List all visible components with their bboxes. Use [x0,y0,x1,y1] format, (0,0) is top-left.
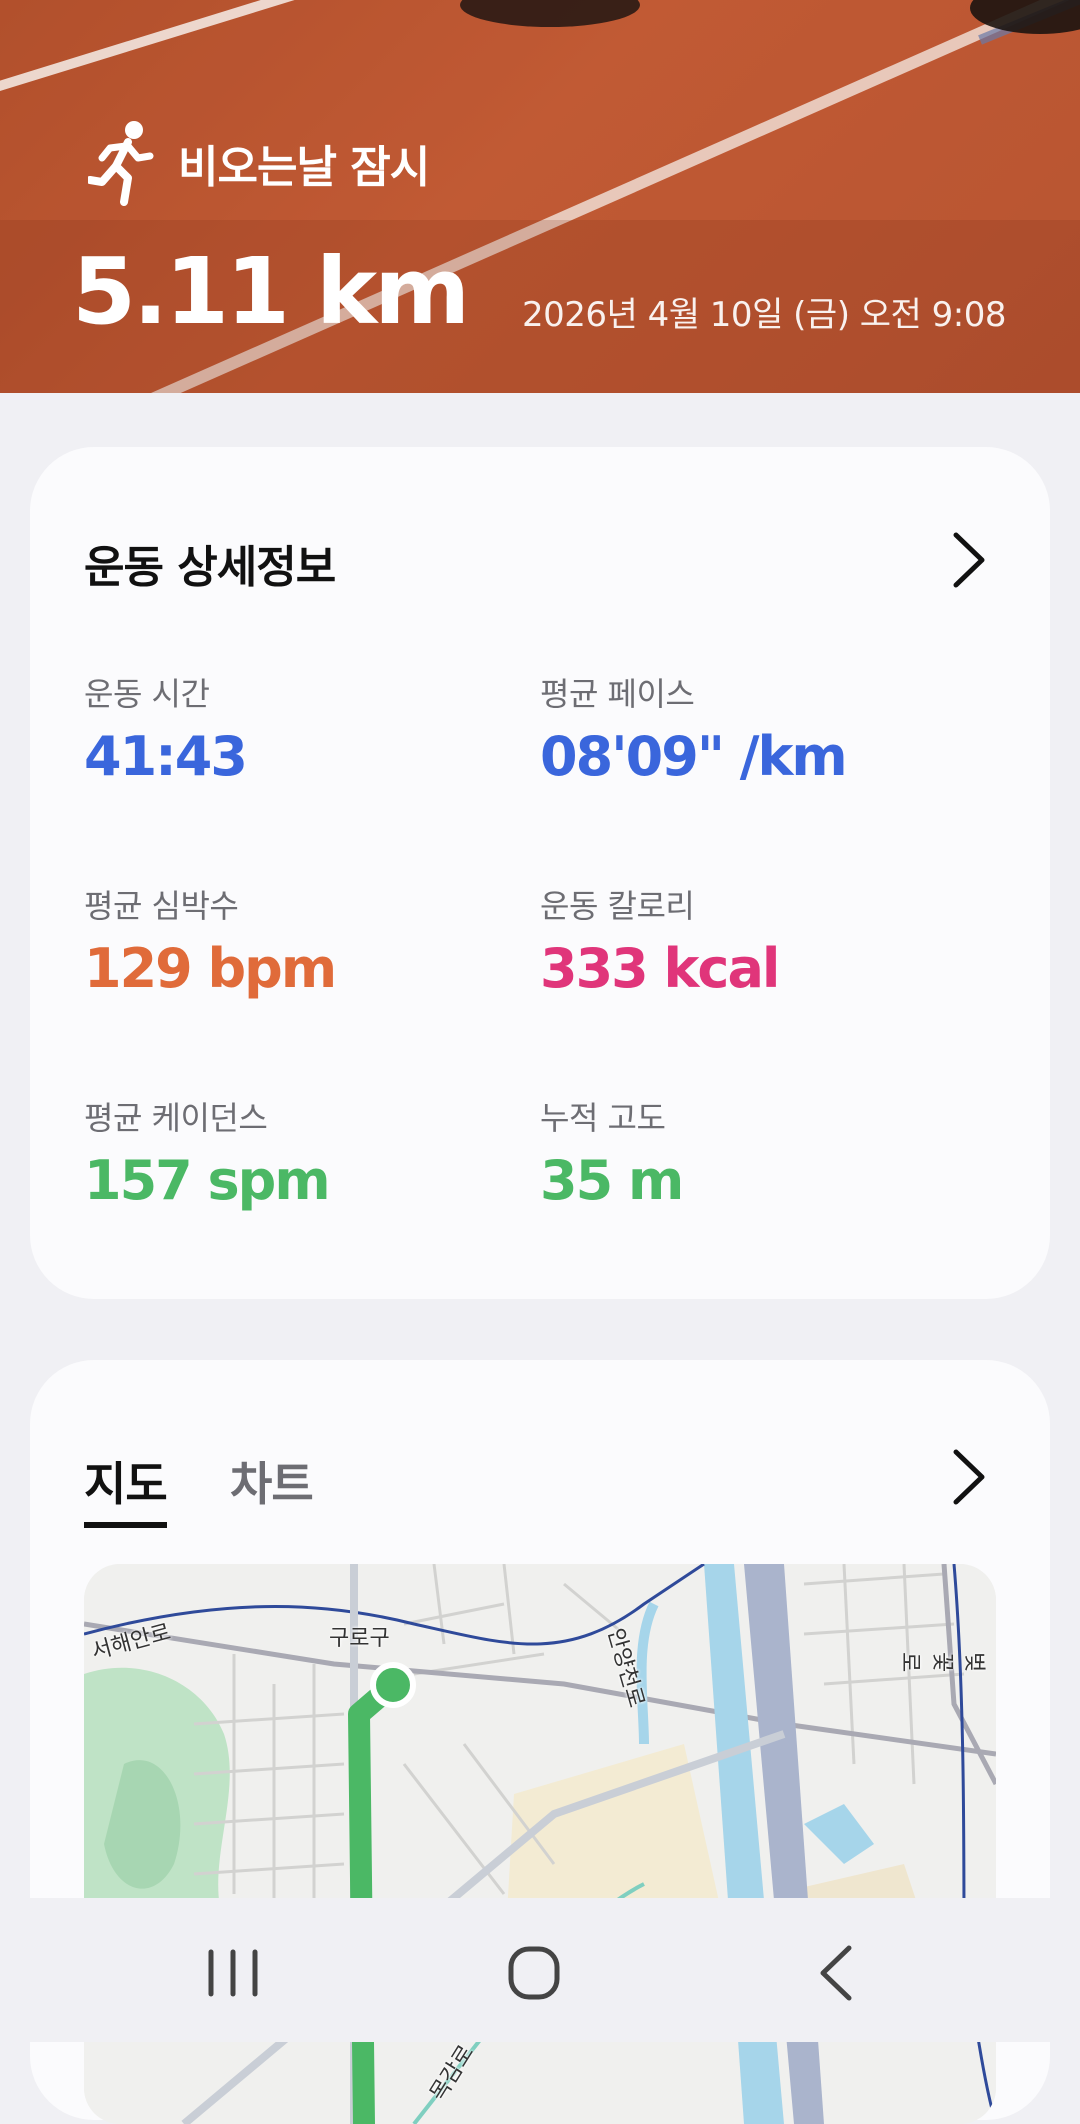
hero-banner: 비오는날 잠시 5.11 km 2026년 4월 10일 (금) 오전 9:08 [0,0,1080,393]
metric-label: 평균 케이던스 [84,1099,268,1137]
metric-value: 129 bpm [84,937,337,1000]
recent-apps-icon[interactable] [193,1938,273,2008]
metric-value: 333 kcal [540,937,780,1000]
chevron-right-icon[interactable] [946,1446,990,1508]
tab-chart[interactable]: 차트 [230,1448,314,1514]
map-label-road: 벚꽃로 [897,1652,986,1673]
metric-label: 운동 칼로리 [540,887,695,925]
workout-title: 비오는날 잠시 [178,142,430,193]
hero-title-row: 비오는날 잠시 [88,118,430,208]
home-icon[interactable] [494,1938,574,2008]
tab-map[interactable]: 지도 [84,1448,168,1528]
back-icon[interactable] [797,1938,877,2008]
metric-workout-time: 운동 시간 41:43 [84,669,524,788]
workout-datetime: 2026년 4월 10일 (금) 오전 9:08 [521,295,1007,335]
metric-avg-cadence: 평균 케이던스 157 spm [84,1093,524,1212]
metric-avg-pace: 평균 페이스 08'09" /km [540,669,980,788]
system-navigation-bar [0,1898,1080,2042]
details-card-title: 운동 상세정보 [84,542,336,593]
metric-label: 평균 심박수 [84,887,239,925]
metric-label: 평균 페이스 [540,675,695,713]
metric-value: 08'09" /km [540,725,848,788]
workout-distance: 5.11 km [72,238,470,345]
workout-details-card[interactable]: 운동 상세정보 운동 시간 41:43 평균 페이스 08'09" /km 평균… [30,447,1050,1299]
metric-value: 157 spm [84,1149,331,1212]
running-person-icon [88,121,154,206]
metric-calories: 운동 칼로리 333 kcal [540,881,980,1000]
metric-elevation-gain: 누적 고도 35 m [540,1093,980,1212]
metric-avg-heart-rate: 평균 심박수 129 bpm [84,881,524,1000]
metric-label: 누적 고도 [540,1099,666,1137]
metric-value: 35 m [540,1149,684,1212]
metric-value: 41:43 [84,725,248,788]
metric-label: 운동 시간 [84,675,210,713]
map-label-district: 구로구 [329,1626,390,1651]
chevron-right-icon[interactable] [946,529,990,591]
